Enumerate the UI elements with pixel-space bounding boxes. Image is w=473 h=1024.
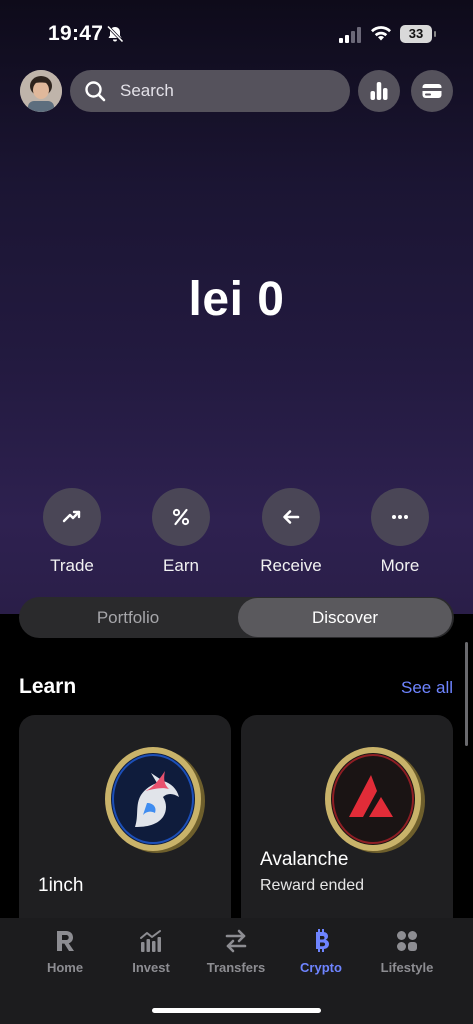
learn-card-avalanche[interactable]: Avalanche Reward ended (241, 715, 453, 945)
receive-button[interactable]: Receive (246, 488, 336, 576)
receive-label: Receive (260, 556, 322, 575)
tab-discover[interactable]: Discover (238, 598, 452, 637)
percent-icon (172, 508, 190, 526)
avalanche-coin-icon (325, 747, 425, 853)
more-button[interactable]: More (355, 488, 445, 576)
tab-lifestyle[interactable]: Lifestyle (367, 928, 447, 975)
bar-chart-icon (370, 82, 388, 100)
transfer-arrows-icon (225, 929, 247, 953)
earn-label: Earn (163, 556, 199, 575)
search-placeholder: Search (120, 81, 174, 100)
tab-crypto[interactable]: Crypto (281, 928, 361, 975)
see-all-link[interactable]: See all (401, 678, 453, 698)
tab-invest-label: Invest (132, 960, 170, 975)
arrow-left-icon (283, 510, 300, 524)
tab-transfers[interactable]: Transfers (196, 928, 276, 975)
balance-amount[interactable]: lei 0 (0, 272, 473, 327)
trend-up-icon (62, 510, 81, 523)
search-icon (85, 81, 106, 102)
chart-bars-icon (140, 930, 161, 952)
bell-muted-icon (106, 25, 124, 43)
avatar-photo-icon (20, 70, 62, 112)
wifi-icon (371, 26, 391, 41)
tab-home-label: Home (46, 960, 84, 975)
card-1inch-name: 1inch (38, 875, 84, 896)
lifestyle-grid-icon (397, 931, 417, 951)
analytics-button[interactable] (358, 70, 400, 112)
scrollbar[interactable] (465, 642, 468, 746)
1inch-coin-icon (105, 747, 205, 853)
home-indicator (152, 1008, 321, 1013)
card-avalanche-name: Avalanche (260, 849, 349, 870)
tab-lifestyle-label: Lifestyle (380, 960, 434, 975)
tab-crypto-label: Crypto (300, 960, 342, 975)
trade-label: Trade (50, 556, 94, 575)
tab-invest[interactable]: Invest (111, 928, 191, 975)
learn-card-1inch[interactable]: 1inch (19, 715, 231, 945)
revolut-r-icon (57, 931, 74, 951)
cellular-signal-icon (339, 27, 361, 43)
tab-transfers-label: Transfers (206, 960, 266, 975)
status-bar: 19:47 33 (0, 0, 473, 64)
more-label: More (380, 556, 420, 575)
tab-home[interactable]: Home (25, 928, 105, 975)
search-bar[interactable]: Search (70, 70, 350, 112)
more-dots-icon (392, 515, 408, 519)
bitcoin-icon (316, 929, 329, 952)
card-avalanche-subtitle: Reward ended (260, 877, 365, 894)
profile-avatar[interactable] (20, 70, 62, 112)
portfolio-discover-toggle: Portfolio Discover (19, 597, 454, 638)
learn-section-title: Learn (19, 675, 77, 698)
tab-portfolio[interactable]: Portfolio (19, 597, 237, 638)
cards-button[interactable] (411, 70, 453, 112)
earn-button[interactable]: Earn (136, 488, 226, 576)
status-time: 19:47 (48, 22, 104, 45)
battery-indicator: 33 (400, 25, 436, 43)
trade-button[interactable]: Trade (27, 488, 117, 576)
card-icon (422, 84, 442, 98)
